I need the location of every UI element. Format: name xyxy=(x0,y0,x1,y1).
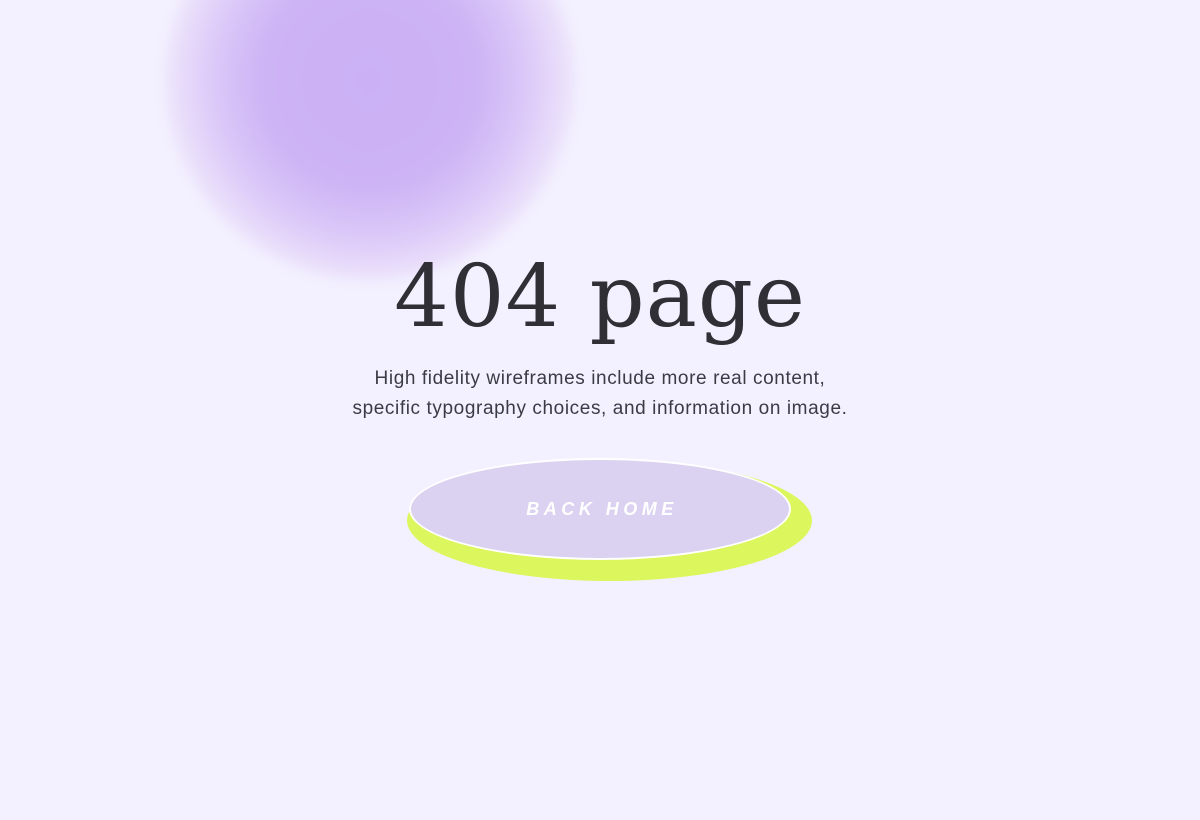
page-description: High fidelity wireframes include more re… xyxy=(0,364,1200,424)
page-title: 404 page xyxy=(394,247,806,347)
error-page-content: 404 page High fidelity wireframes includ… xyxy=(0,0,1200,820)
description-line-2: specific typography choices, and informa… xyxy=(352,398,848,419)
description-line-1: High fidelity wireframes include more re… xyxy=(374,368,826,389)
back-home-button-wrapper: BACK HOME xyxy=(405,455,815,585)
back-home-button[interactable]: BACK HOME xyxy=(409,458,791,560)
back-home-button-label: BACK HOME xyxy=(526,498,678,519)
